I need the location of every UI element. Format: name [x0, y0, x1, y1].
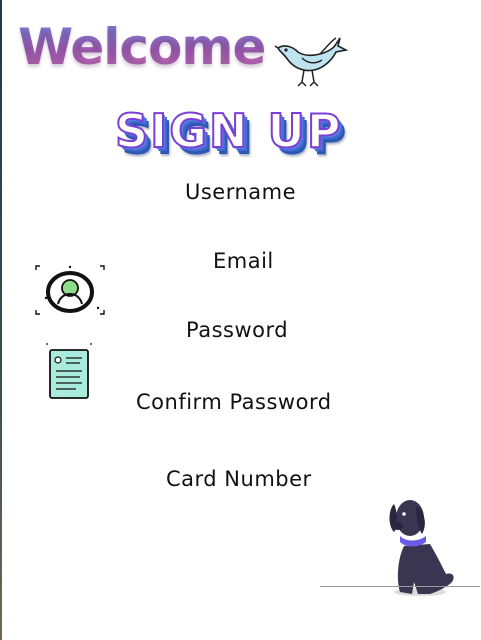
signup-heading: SIGN UP [114, 104, 343, 158]
document-icon [46, 343, 92, 399]
username-label: Username [185, 180, 297, 204]
left-edge-border [0, 0, 2, 640]
welcome-title: Welcome [18, 18, 266, 76]
user-avatar-icon [35, 265, 105, 315]
ground-line [320, 586, 480, 587]
card-number-label: Card Number [166, 467, 312, 491]
password-label: Password [186, 318, 289, 342]
bird-icon [274, 37, 349, 87]
email-label: Email [213, 249, 274, 273]
confirm-password-label: Confirm Password [136, 390, 332, 414]
